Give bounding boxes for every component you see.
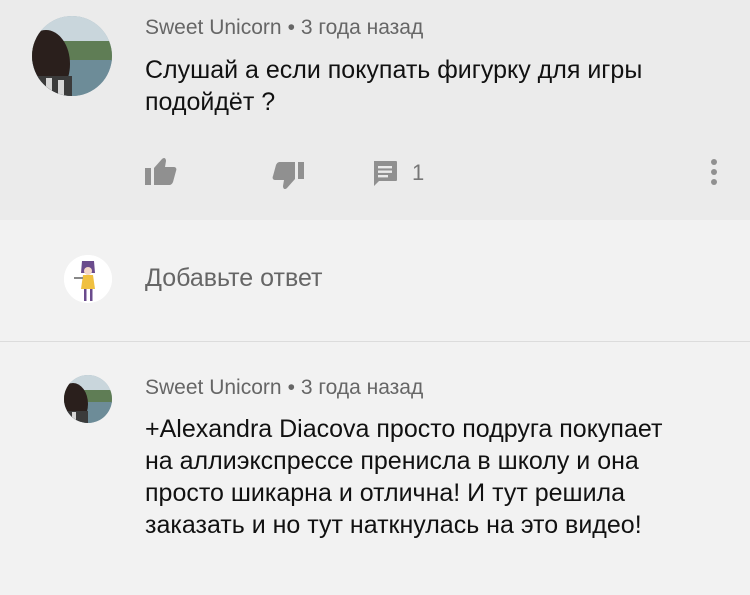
meta-separator: • bbox=[287, 16, 295, 39]
current-user-avatar bbox=[64, 255, 112, 303]
reply-comment: Sweet Unicorn • 3 года назад +Alexandra Di… bbox=[0, 343, 750, 595]
meta-separator: • bbox=[287, 376, 295, 399]
dislike-button[interactable] bbox=[272, 162, 304, 190]
more-options-button[interactable] bbox=[708, 158, 720, 191]
add-reply-bar[interactable] bbox=[0, 220, 750, 342]
reply-meta: Sweet Unicorn • 3 года назад bbox=[145, 376, 423, 400]
top-comment: Sweet Unicorn • 3 года назад Слушай а если… bbox=[0, 0, 750, 220]
dislike-icon bbox=[272, 162, 304, 190]
add-reply-input[interactable]: Добавьте ответ bbox=[145, 264, 322, 293]
reply-author-avatar[interactable] bbox=[64, 375, 112, 423]
like-button[interactable] bbox=[145, 157, 177, 185]
reply-author-name[interactable]: Sweet Unicorn bbox=[145, 376, 282, 399]
reply-count: 1 bbox=[412, 160, 425, 185]
comment-time: 3 года назад bbox=[300, 16, 424, 39]
reply-time: 3 года назад bbox=[300, 376, 424, 399]
like-icon bbox=[145, 157, 177, 185]
more-vert-icon bbox=[711, 159, 717, 185]
author-avatar[interactable] bbox=[32, 16, 112, 96]
comment-icon bbox=[374, 161, 397, 186]
comment-text: Слушай а если покупать фигурку для игры … bbox=[145, 56, 643, 116]
reply-count-button[interactable]: 1 bbox=[372, 160, 424, 186]
author-name[interactable]: Sweet Unicorn bbox=[145, 16, 282, 39]
reply-text: +Alexandra Diacova просто подруга покупа… bbox=[145, 415, 663, 539]
comment-meta: Sweet Unicorn • 3 года назад bbox=[145, 16, 423, 40]
